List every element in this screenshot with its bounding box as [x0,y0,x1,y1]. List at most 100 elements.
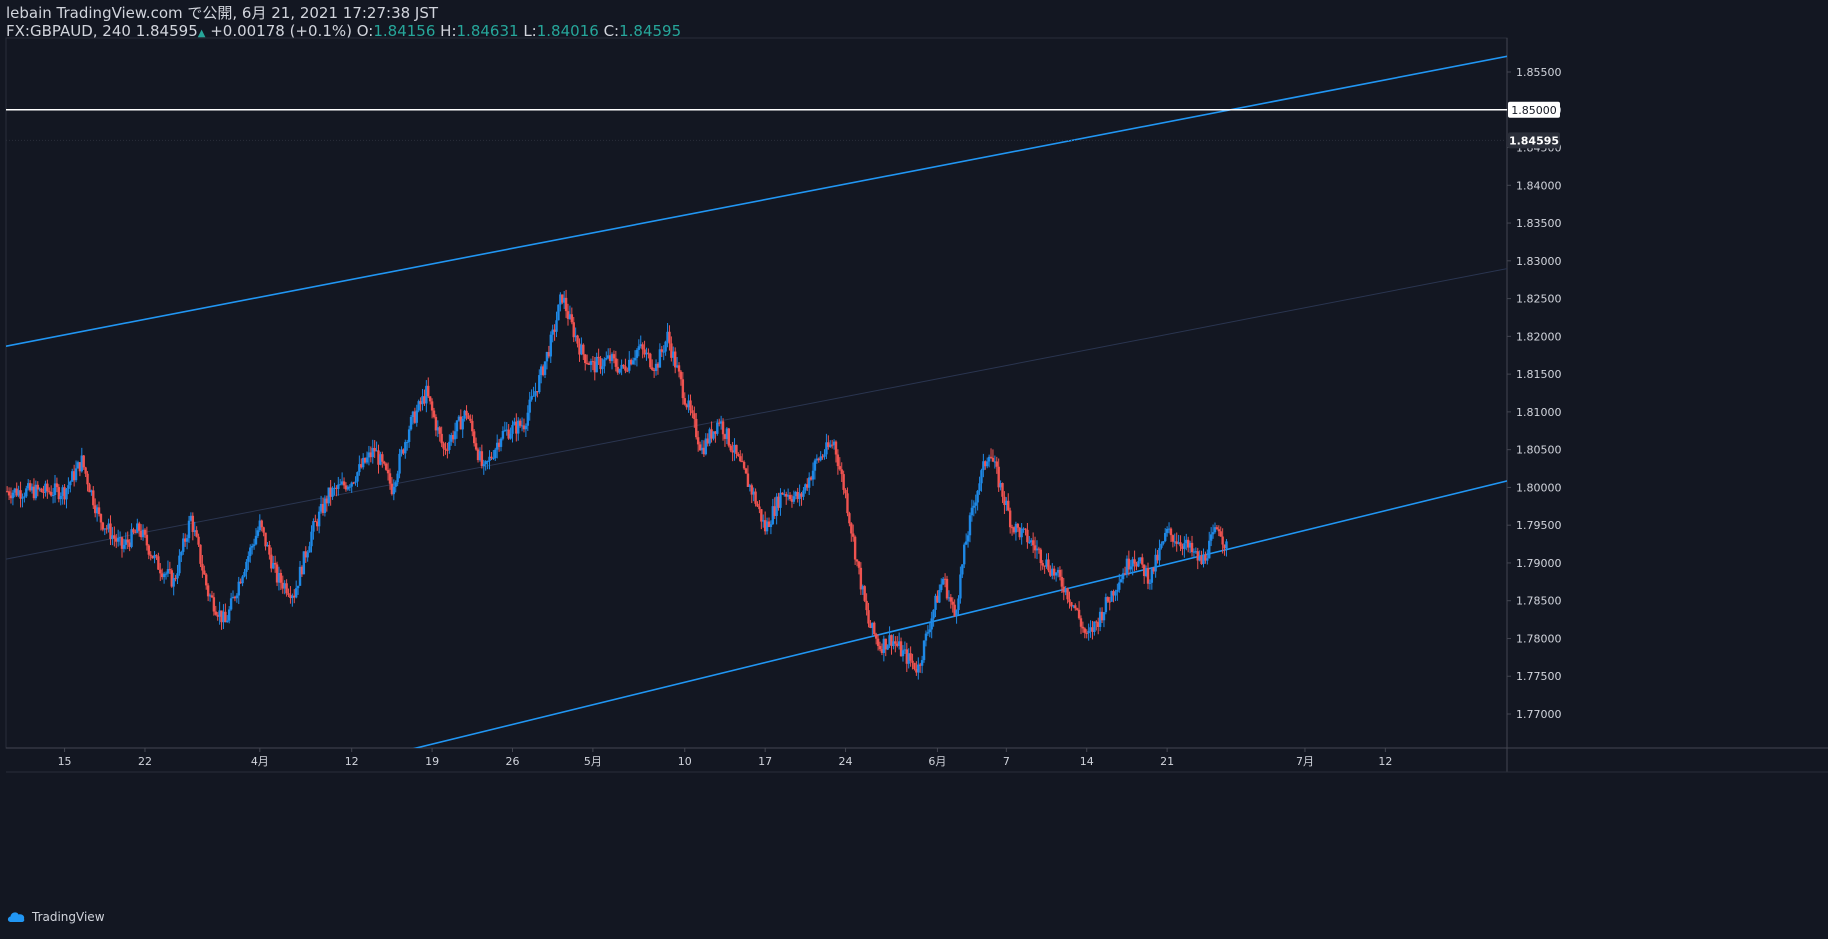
candle-down [744,468,748,474]
candle-down [430,401,434,411]
candle-down [991,457,995,462]
candle-up [254,535,258,545]
candle-up [453,431,457,440]
candle-down [756,503,759,507]
candle-down [721,421,725,435]
candle-down [438,427,441,434]
candle-up [1183,543,1186,549]
candle-down [262,527,265,533]
x-tick-label: 6月 [928,755,946,768]
price-chart[interactable]: 1.77000 1.77500 1.78000 1.78500 1.79000 1.795… [0,0,1828,905]
candle-down [1133,559,1136,564]
candle-up [392,486,396,495]
candle-down [852,533,855,537]
candle-up [603,359,606,367]
candle-down [894,641,897,644]
candle-down [145,534,149,546]
x-tick-label: 21 [1160,755,1174,768]
candle-up [356,472,359,482]
candle-up [69,481,72,486]
candle-down [471,420,474,432]
candle-up [67,485,70,489]
candle-down [855,559,859,562]
candle-down [696,437,700,445]
candle-down [679,371,683,380]
candle-up [308,546,311,553]
candle-down [651,367,654,370]
candle-up [986,461,989,467]
candle-up [122,544,126,549]
candle-down [842,474,845,490]
candle-up [241,576,244,584]
candle-down [735,444,738,454]
candle-down [203,570,206,575]
candle-down [168,569,172,571]
candle-down [1146,568,1150,584]
candle-up [1119,579,1123,583]
candle-down [40,488,43,493]
candle-down [440,433,443,444]
candle-up [605,358,608,360]
candle-up [1148,582,1152,584]
candle-up [116,538,120,542]
candle-down [383,461,386,464]
candle-down [467,415,470,419]
candle-up [25,488,28,497]
x-tick-label: 5月 [584,755,602,768]
candle-down [1106,597,1109,602]
candle-up [511,424,514,434]
candle-down [739,456,742,462]
candle-down [1219,531,1222,537]
candle-up [823,454,826,457]
candle-down [622,364,625,367]
candle-up [461,418,464,430]
candle-down [846,493,849,514]
candle-up [296,585,300,589]
plot-frame [5,37,1508,749]
candle-up [716,422,719,434]
candle-up [229,598,233,610]
x-tick-label: 24 [839,755,853,768]
candle-up [957,598,960,611]
candle-down [206,585,210,597]
candle-down [758,506,761,510]
y-tick-label: 1.78500 [1516,595,1562,608]
candle-down [474,443,478,450]
x-tick-label: 14 [1080,755,1094,768]
candle-up [396,473,399,483]
candle-up [187,520,191,539]
candle-down [1217,529,1221,532]
candle-up [23,496,26,498]
candle-up [250,545,254,548]
candle-down [46,483,49,492]
candle-down [1041,563,1044,566]
y-tick-label: 1.83000 [1516,255,1562,268]
candle-down [681,379,685,399]
candle-up [524,425,528,430]
candle-up [178,555,181,574]
candle-down [1079,618,1083,627]
x-tick-label: 26 [505,755,519,768]
candle-up [185,538,189,542]
y-tick-label: 1.79500 [1516,519,1562,532]
candle-down [132,529,135,533]
candle-up [51,495,55,497]
tradingview-brand[interactable]: TradingView [6,910,105,924]
candle-up [176,573,179,579]
candle-up [526,412,530,426]
candle-down [853,536,857,560]
candle-down [268,544,271,555]
candle-down [865,600,868,611]
candle-down [836,454,840,467]
candle-down [570,314,574,323]
x-tick-label: 17 [758,755,772,768]
candle-down [143,529,147,535]
candle-up [974,502,977,506]
candle-down [582,344,585,355]
candle-down [444,448,447,450]
candle-down [212,597,216,612]
candle-up [932,609,935,619]
candle-down [863,586,866,601]
candle-down [873,622,876,635]
candle-up [970,507,974,516]
